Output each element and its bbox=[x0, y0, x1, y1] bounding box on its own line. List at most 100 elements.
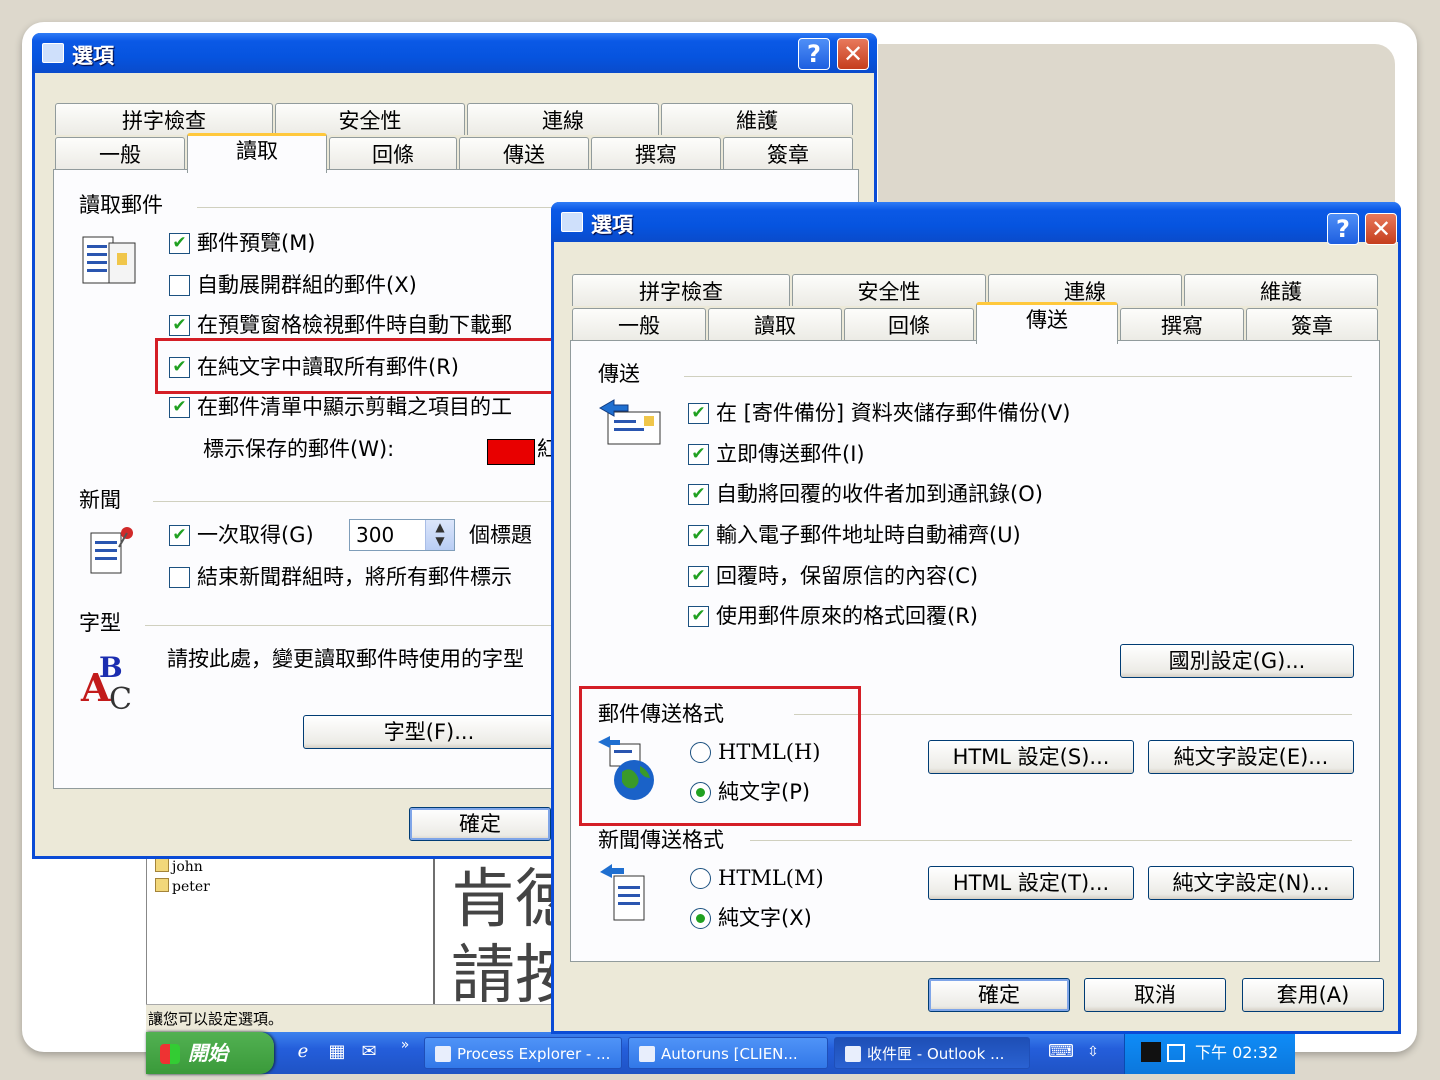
checkbox-save-sent-copy[interactable]: ✔ bbox=[688, 403, 709, 424]
group-font-label: 字型 bbox=[79, 611, 121, 635]
autoruns-icon bbox=[639, 1046, 655, 1062]
clock[interactable]: 下午 02:32 bbox=[1195, 1043, 1278, 1062]
keyboard-icon[interactable]: ⌨ bbox=[1048, 1041, 1074, 1063]
help-button[interactable]: ? bbox=[798, 38, 830, 70]
mail-plain-settings-button[interactable]: 純文字設定(E)... bbox=[1148, 740, 1354, 774]
tab-maintenance[interactable]: 維護 bbox=[1184, 274, 1378, 306]
network-icon[interactable] bbox=[1167, 1044, 1185, 1062]
news-html-settings-button[interactable]: HTML 設定(T)... bbox=[928, 866, 1134, 900]
tray-app-icon[interactable] bbox=[1141, 1042, 1161, 1062]
tab-receipts[interactable]: 回條 bbox=[329, 137, 457, 169]
options-dialog-send: 選項 ? ✕ 拼字檢查 安全性 連線 維護 一般 讀取 回條 傳送 撰寫 簽章 … bbox=[551, 202, 1401, 1034]
highlight-box-mail-format bbox=[579, 686, 861, 826]
tab-send[interactable]: 傳送 bbox=[459, 137, 589, 169]
checkbox-reply-original-format[interactable]: ✔ bbox=[688, 606, 709, 627]
radio-news-plain[interactable] bbox=[690, 908, 711, 929]
international-settings-button[interactable]: 國別設定(G)... bbox=[1120, 644, 1354, 678]
tab-spelling[interactable]: 拼字檢查 bbox=[55, 103, 273, 135]
close-button[interactable]: ✕ bbox=[1365, 213, 1397, 245]
option-label-send-immediately: 立即傳送郵件(I) bbox=[716, 442, 865, 466]
task-autoruns[interactable]: Autoruns [CLIEN... bbox=[628, 1037, 828, 1069]
news-get-count-spinner[interactable]: 300 ▲ ▼ bbox=[349, 519, 455, 551]
tab-signatures[interactable]: 簽章 bbox=[723, 137, 853, 169]
tab-compose[interactable]: 撰寫 bbox=[1120, 308, 1244, 340]
status-bar: 讓您可以設定選項。 bbox=[146, 1004, 568, 1033]
background-outlook-pane: john peter 肯徳 請按 bbox=[146, 858, 579, 1008]
checkbox-expand-groups[interactable] bbox=[169, 275, 190, 296]
ok-button[interactable]: 確定 bbox=[409, 807, 551, 841]
task-label: 收件匣 - Outlook ... bbox=[867, 1045, 1005, 1063]
tree-item-label: john bbox=[172, 859, 203, 875]
send-mail-icon bbox=[598, 398, 661, 450]
news-mark-label: 結束新聞群組時，將所有郵件標示 bbox=[197, 565, 512, 589]
outlook-icon bbox=[845, 1046, 861, 1062]
news-get-count-value: 300 bbox=[356, 523, 395, 547]
chevron-more-icon[interactable]: » bbox=[394, 1034, 416, 1056]
checkbox-auto-download[interactable]: ✔ bbox=[169, 315, 190, 336]
background-window-area bbox=[878, 44, 1395, 204]
ie-quicklaunch-icon[interactable]: ℯ bbox=[292, 1041, 314, 1063]
option-label-reply-original-format: 使用郵件原來的格式回覆(R) bbox=[716, 604, 978, 628]
tab-read[interactable]: 讀取 bbox=[187, 133, 327, 173]
tree-item-peter[interactable]: peter bbox=[155, 878, 210, 895]
outlook-quicklaunch-icon[interactable]: ✉ bbox=[358, 1041, 380, 1063]
task-process-explorer[interactable]: Process Explorer - ... bbox=[424, 1037, 622, 1069]
tab-maintenance[interactable]: 維護 bbox=[661, 103, 853, 135]
checkbox-show-clipped[interactable]: ✔ bbox=[169, 397, 190, 418]
pane-divider[interactable] bbox=[433, 858, 435, 1004]
tab-spelling[interactable]: 拼字檢查 bbox=[572, 274, 790, 306]
checkbox-include-original[interactable]: ✔ bbox=[688, 566, 709, 587]
tab-security[interactable]: 安全性 bbox=[275, 103, 465, 135]
news-plain-label: 純文字(X) bbox=[718, 906, 812, 930]
radio-news-html[interactable] bbox=[690, 868, 711, 889]
group-news-format-label: 新聞傳送格式 bbox=[598, 828, 724, 852]
dialog-title: 選項 bbox=[72, 44, 114, 68]
folder-icon bbox=[155, 858, 169, 872]
tab-send[interactable]: 傳送 bbox=[976, 302, 1118, 344]
tab-connection[interactable]: 連線 bbox=[467, 103, 659, 135]
checkbox-auto-complete[interactable]: ✔ bbox=[688, 525, 709, 546]
option-label-show-clipped: 在郵件清單中顯示剪輯之項目的工 bbox=[197, 395, 512, 419]
checkbox-mail-preview[interactable]: ✔ bbox=[169, 233, 190, 254]
option-label-mail-preview: 郵件預覽(M) bbox=[197, 231, 316, 255]
font-button[interactable]: 字型(F)... bbox=[303, 715, 555, 749]
saved-mail-label: 標示保存的郵件(W): bbox=[203, 437, 395, 461]
start-button[interactable]: 開始 bbox=[146, 1032, 274, 1074]
apply-button[interactable]: 套用(A) bbox=[1242, 978, 1384, 1012]
process-explorer-icon bbox=[435, 1046, 451, 1062]
group-divider bbox=[750, 840, 1352, 841]
task-label: Autoruns [CLIEN... bbox=[661, 1045, 798, 1063]
start-label: 開始 bbox=[188, 1041, 228, 1065]
font-help-text[interactable]: 請按此處，變更讀取郵件時使用的字型 bbox=[167, 645, 524, 673]
tree-item-john[interactable]: john bbox=[155, 858, 203, 875]
checkbox-news-mark-read[interactable] bbox=[169, 567, 190, 588]
cancel-button[interactable]: 取消 bbox=[1084, 978, 1226, 1012]
checkbox-news-get[interactable]: ✔ bbox=[169, 525, 190, 546]
checkbox-send-immediately[interactable]: ✔ bbox=[688, 444, 709, 465]
tab-security[interactable]: 安全性 bbox=[792, 274, 986, 306]
option-label-add-recipients: 自動將回覆的收件者加到通訊錄(O) bbox=[716, 482, 1043, 506]
tab-receipts[interactable]: 回條 bbox=[844, 308, 974, 340]
language-bar-icon[interactable]: ⇳ bbox=[1082, 1041, 1104, 1063]
news-plain-settings-button[interactable]: 純文字設定(N)... bbox=[1148, 866, 1354, 900]
tab-general[interactable]: 一般 bbox=[55, 137, 185, 169]
group-divider bbox=[794, 714, 1352, 715]
ok-button[interactable]: 確定 bbox=[928, 978, 1070, 1012]
tab-signatures[interactable]: 簽章 bbox=[1246, 308, 1378, 340]
close-button[interactable]: ✕ bbox=[837, 38, 869, 70]
group-read-mail-label: 讀取郵件 bbox=[79, 193, 163, 217]
task-outlook-inbox[interactable]: 收件匣 - Outlook ... bbox=[834, 1037, 1030, 1069]
options-app-icon bbox=[42, 43, 64, 63]
tab-compose[interactable]: 撰寫 bbox=[591, 137, 721, 169]
title-bar[interactable]: 選項 ? ✕ bbox=[32, 33, 877, 73]
help-button[interactable]: ? bbox=[1327, 213, 1359, 245]
title-bar[interactable]: 選項 ? ✕ bbox=[551, 202, 1401, 245]
mail-html-settings-button[interactable]: HTML 設定(S)... bbox=[928, 740, 1134, 774]
messenger-quicklaunch-icon[interactable]: ▦ bbox=[326, 1041, 348, 1063]
spinner-arrows-icon[interactable]: ▲ ▼ bbox=[425, 520, 454, 550]
saved-mail-color-swatch[interactable] bbox=[487, 439, 535, 465]
taskbar: 開始 ℯ ▦ ✉ » Process Explorer - ... Autoru… bbox=[146, 1032, 1295, 1074]
tab-read[interactable]: 讀取 bbox=[708, 308, 842, 340]
checkbox-add-recipients[interactable]: ✔ bbox=[688, 484, 709, 505]
tab-general[interactable]: 一般 bbox=[572, 308, 706, 340]
